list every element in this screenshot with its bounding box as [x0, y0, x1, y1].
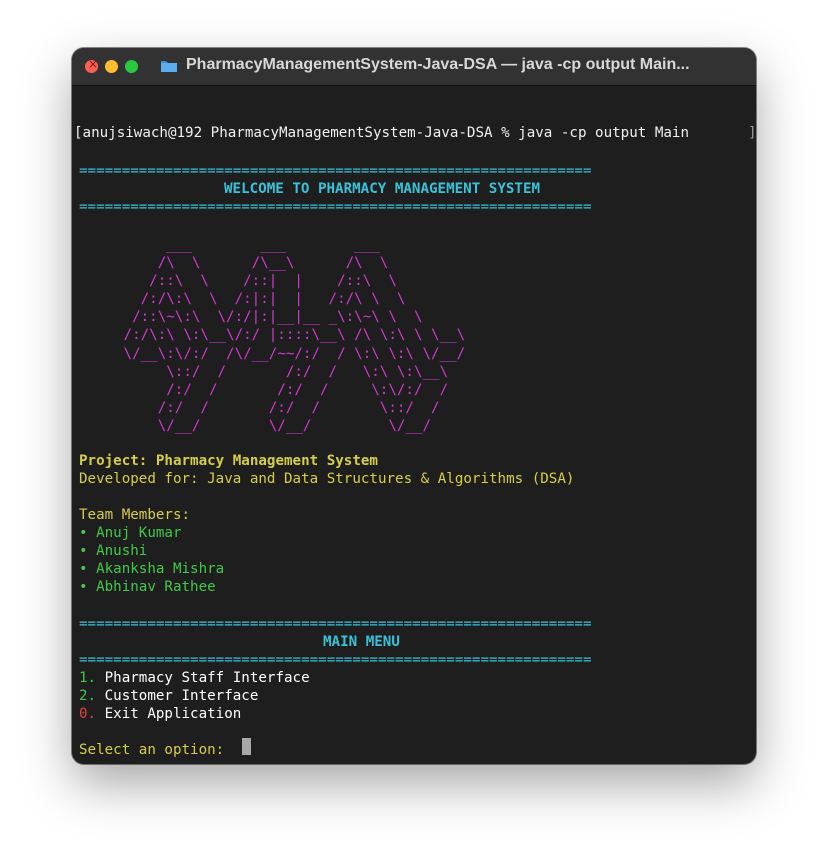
menu-number: 2.: [79, 688, 97, 704]
bullet-icon: •: [79, 543, 88, 559]
prompt-end-bracket: ]: [748, 125, 756, 141]
terminal-window: PharmacyManagementSystem-Java-DSA — java…: [72, 48, 756, 764]
window-title: PharmacyManagementSystem-Java-DSA — java…: [186, 56, 690, 73]
developed-line: Developed for: Java and Data Structures …: [79, 471, 575, 487]
welcome-heading: WELCOME TO PHARMACY MANAGEMENT SYSTEM: [224, 181, 541, 197]
shell-prompt: [anujsiwach@192 PharmacyManagementSystem…: [74, 125, 689, 141]
menu-item-customer: 2. Customer Interface: [79, 687, 258, 705]
title-bar[interactable]: PharmacyManagementSystem-Java-DSA — java…: [72, 48, 756, 86]
close-icon[interactable]: [85, 57, 98, 73]
separator-line: ========================================…: [79, 199, 592, 215]
minimize-button[interactable]: [105, 60, 118, 73]
separator-line: ========================================…: [79, 616, 592, 632]
bullet-icon: •: [79, 525, 88, 541]
team-member: • Anushi: [79, 542, 147, 560]
team-member-name: Abhinav Rathee: [96, 579, 216, 595]
menu-item-exit: 0. Exit Application: [79, 705, 241, 723]
team-member-name: Anushi: [96, 543, 148, 559]
folder-icon: [161, 61, 177, 72]
bullet-icon: •: [79, 579, 88, 595]
menu-label: Exit Application: [104, 706, 242, 722]
separator-line: ========================================…: [79, 163, 592, 179]
select-prompt: Select an option:: [79, 742, 233, 758]
team-member: • Abhinav Rathee: [79, 578, 216, 596]
zoom-button[interactable]: [125, 60, 138, 73]
separator-line: ========================================…: [79, 652, 592, 668]
menu-number: 1.: [79, 670, 97, 686]
team-member-name: Anuj Kumar: [96, 525, 182, 541]
team-label: Team Members:: [79, 507, 191, 523]
menu-number: 0.: [79, 706, 97, 722]
team-member: • Anuj Kumar: [79, 524, 182, 542]
menu-title: MAIN MENU: [323, 634, 400, 650]
menu-label: Pharmacy Staff Interface: [104, 670, 310, 686]
menu-item-staff: 1. Pharmacy Staff Interface: [79, 669, 310, 687]
team-member: • Akanksha Mishra: [79, 560, 224, 578]
team-member-name: Akanksha Mishra: [96, 561, 225, 577]
terminal-output[interactable]: [anujsiwach@192 PharmacyManagementSystem…: [72, 86, 756, 764]
menu-label: Customer Interface: [104, 688, 259, 704]
project-line: Project: Pharmacy Management System: [79, 453, 378, 469]
input-cursor[interactable]: [242, 738, 251, 755]
ascii-art-logo: ___ ___ ___ /\ \ /\__\ /\ \ /::\ \ /::| …: [123, 237, 466, 434]
bullet-icon: •: [79, 561, 88, 577]
